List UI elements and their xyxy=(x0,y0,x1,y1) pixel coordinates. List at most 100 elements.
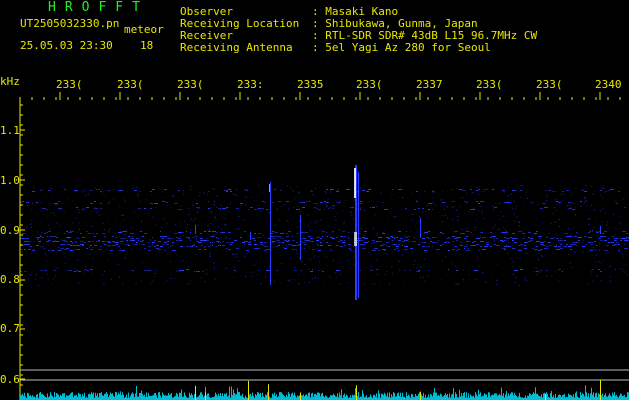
noise-pixel xyxy=(258,256,260,258)
noise-pixel xyxy=(574,242,576,243)
noise-pixel xyxy=(338,189,339,190)
noise-pixel xyxy=(456,246,457,247)
noise-pixel xyxy=(518,231,522,232)
noise-pixel xyxy=(31,220,33,222)
spectrum-bar xyxy=(357,396,358,400)
noise-pixel xyxy=(372,283,374,285)
noise-pixel xyxy=(490,246,492,247)
noise-pixel xyxy=(480,237,481,238)
noise-pixel xyxy=(217,226,219,228)
noise-pixel xyxy=(190,218,192,220)
noise-pixel xyxy=(70,241,72,242)
noise-pixel xyxy=(273,281,275,283)
noise-pixel xyxy=(174,203,178,204)
noise-pixel xyxy=(216,237,218,239)
noise-pixel xyxy=(380,241,381,242)
spectrum-bar xyxy=(609,393,610,400)
spectrum-bar xyxy=(412,394,413,400)
noise-pixel xyxy=(500,232,502,234)
noise-pixel xyxy=(207,225,209,227)
spectrum-bar xyxy=(40,392,41,400)
spectrum-bar xyxy=(400,392,401,400)
noise-pixel xyxy=(302,207,305,208)
noise-pixel xyxy=(404,208,406,210)
noise-pixel xyxy=(88,246,90,248)
y-tick-label: 1.1 xyxy=(0,124,20,137)
noise-pixel xyxy=(591,229,593,231)
info-antenna: Receiving Antenna: 5el Yagi Az 280 for S… xyxy=(180,41,491,54)
spectrum-bar xyxy=(510,393,511,400)
noise-pixel xyxy=(549,241,551,243)
noise-pixel xyxy=(520,185,522,187)
noise-pixel xyxy=(42,245,44,247)
noise-pixel xyxy=(594,191,595,192)
noise-pixel xyxy=(300,202,304,203)
spectrum-bar xyxy=(419,392,420,400)
noise-pixel xyxy=(384,273,386,275)
noise-pixel xyxy=(196,207,200,208)
noise-pixel xyxy=(40,270,43,271)
noise-pixel xyxy=(350,211,352,213)
noise-pixel xyxy=(441,260,443,262)
spectrum-bar xyxy=(222,393,223,400)
noise-pixel xyxy=(111,252,113,254)
noise-pixel xyxy=(318,245,319,246)
noise-pixel xyxy=(94,245,96,246)
noise-pixel xyxy=(618,191,620,192)
noise-pixel xyxy=(301,260,303,262)
noise-pixel xyxy=(312,194,314,196)
noise-pixel xyxy=(619,251,621,253)
spectrum-bar xyxy=(344,393,345,400)
spectrum-bar xyxy=(278,396,279,400)
noise-pixel xyxy=(600,240,603,241)
noise-pixel xyxy=(480,241,484,242)
noise-pixel xyxy=(526,252,528,254)
noise-pixel xyxy=(220,228,222,230)
noise-pixel xyxy=(533,191,535,193)
spectrum-bar xyxy=(533,392,534,400)
noise-pixel xyxy=(322,284,324,286)
noise-pixel xyxy=(363,241,365,243)
noise-pixel xyxy=(514,242,517,243)
spectrum-bar xyxy=(332,395,333,400)
noise-pixel xyxy=(406,231,407,232)
noise-pixel xyxy=(524,277,526,279)
spectrum-bar xyxy=(436,392,437,400)
noise-pixel xyxy=(214,235,216,237)
spectrum-bar xyxy=(397,393,398,400)
meteor-echo xyxy=(358,172,359,298)
noise-pixel xyxy=(130,238,134,239)
noise-pixel xyxy=(589,248,591,250)
spectrum-bar xyxy=(326,396,327,400)
spectrum-bar xyxy=(570,394,571,400)
noise-pixel xyxy=(94,187,96,189)
spectrum-bar xyxy=(158,392,159,400)
spectrum-bar xyxy=(29,396,30,400)
noise-pixel xyxy=(547,241,549,243)
noise-pixel xyxy=(178,232,182,233)
spectrum-bar xyxy=(475,392,476,400)
spectrum-bar xyxy=(43,394,44,400)
noise-pixel xyxy=(236,195,238,197)
noise-pixel xyxy=(120,190,123,191)
noise-pixel xyxy=(444,214,446,216)
noise-pixel xyxy=(39,222,41,224)
noise-pixel xyxy=(490,232,492,233)
spectrum-bar xyxy=(156,395,157,400)
noise-pixel xyxy=(136,242,138,244)
noise-pixel xyxy=(308,201,311,202)
noise-pixel xyxy=(540,242,544,243)
spectrum-bar xyxy=(96,395,97,400)
noise-pixel xyxy=(148,270,151,271)
noise-pixel xyxy=(298,274,300,276)
spectrum-bar xyxy=(245,395,246,400)
spectrum-peak xyxy=(420,391,421,400)
noise-pixel xyxy=(606,191,607,192)
noise-pixel xyxy=(493,238,495,240)
spectrum-bar xyxy=(256,395,257,400)
noise-pixel xyxy=(74,249,75,250)
meteor-echo xyxy=(300,215,301,260)
spectrum-bar xyxy=(312,392,313,400)
noise-pixel xyxy=(50,187,52,189)
noise-pixel xyxy=(508,242,509,243)
